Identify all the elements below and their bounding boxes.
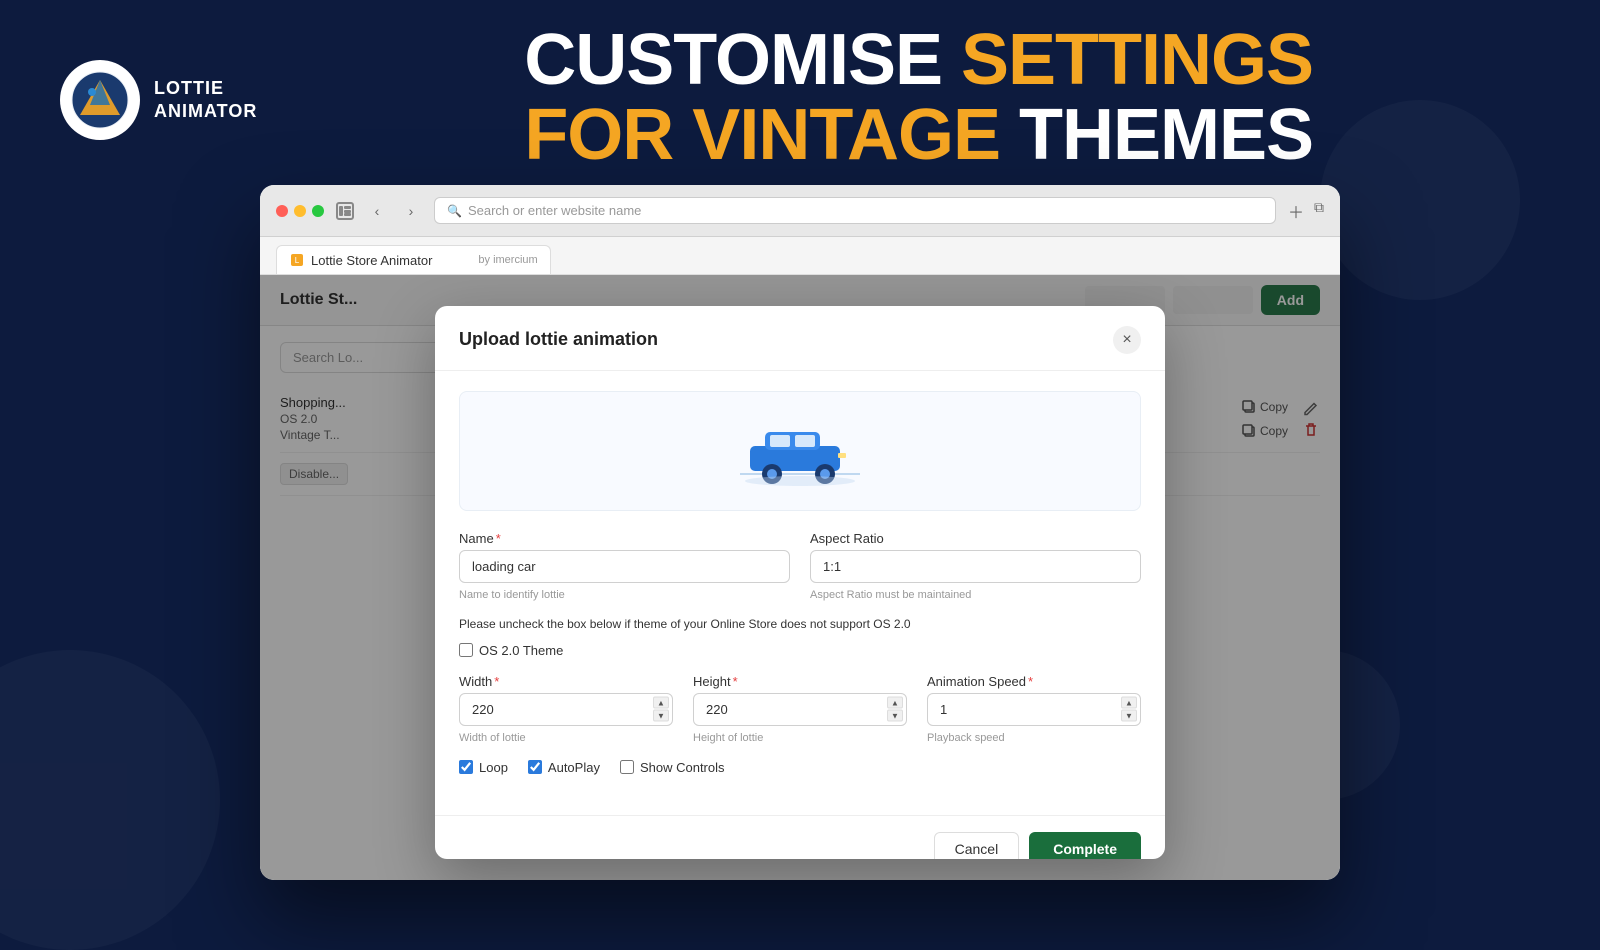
- width-spin-buttons: ▲ ▼: [653, 697, 669, 722]
- by-label: by imercium: [478, 254, 537, 266]
- cancel-button[interactable]: Cancel: [934, 832, 1020, 860]
- show-controls-checkbox[interactable]: [620, 760, 634, 774]
- aspect-ratio-label: Aspect Ratio: [810, 531, 1141, 546]
- show-controls-option: Show Controls: [620, 760, 725, 775]
- tab-icon: L: [289, 252, 305, 268]
- close-button[interactable]: ×: [1113, 326, 1141, 354]
- width-input-container: ▲ ▼: [459, 693, 673, 726]
- new-tab-icon[interactable]: ＋: [1288, 199, 1304, 223]
- speed-decrement[interactable]: ▼: [1121, 710, 1137, 722]
- logo-container: LOTTIE ANIMATOR: [60, 60, 257, 140]
- height-spin-buttons: ▲ ▼: [887, 697, 903, 722]
- height-input-container: ▲ ▼: [693, 693, 907, 726]
- modal-dialog: Upload lottie animation ×: [435, 306, 1165, 860]
- height-hint: Height of lottie: [693, 732, 907, 744]
- width-label: Width*: [459, 674, 673, 689]
- form-row-dimensions: Width* ▲ ▼ Width of lottie: [459, 674, 1141, 744]
- show-controls-label: Show Controls: [640, 760, 725, 775]
- traffic-light-red[interactable]: [276, 205, 288, 217]
- tab-bar: L Lottie Store Animator by imercium: [260, 237, 1340, 275]
- speed-field-group: Animation Speed* ▲ ▼ Playback speed: [927, 674, 1141, 744]
- autoplay-checkbox[interactable]: [528, 760, 542, 774]
- name-input[interactable]: [459, 550, 790, 583]
- headline-line2-white: THEMES: [1019, 95, 1313, 175]
- os-theme-checkbox-row: OS 2.0 Theme: [459, 643, 1141, 658]
- sidebar-toggle-icon[interactable]: [336, 202, 354, 220]
- speed-hint: Playback speed: [927, 732, 1141, 744]
- car-animation: [730, 416, 870, 486]
- header: LOTTIE ANIMATOR CUSTOMISE SETTINGS FOR V…: [0, 0, 1600, 200]
- browser-actions: ＋ ⧉: [1288, 199, 1324, 223]
- loop-label: Loop: [479, 760, 508, 775]
- speed-increment[interactable]: ▲: [1121, 697, 1137, 709]
- height-label: Height*: [693, 674, 907, 689]
- address-text: Search or enter website name: [468, 203, 641, 218]
- aspect-ratio-input[interactable]: [810, 550, 1141, 583]
- animation-preview: [459, 391, 1141, 511]
- loop-option: Loop: [459, 760, 508, 775]
- duplicate-icon[interactable]: ⧉: [1314, 199, 1324, 223]
- modal-title: Upload lottie animation: [459, 329, 658, 350]
- headline-line2-orange: FOR VINTAGE: [524, 95, 1019, 175]
- os-theme-label: OS 2.0 Theme: [479, 643, 563, 658]
- speed-label: Animation Speed*: [927, 674, 1141, 689]
- aspect-ratio-field-group: Aspect Ratio Aspect Ratio must be mainta…: [810, 531, 1141, 601]
- aspect-ratio-hint: Aspect Ratio must be maintained: [810, 589, 1141, 601]
- modal-overlay: Upload lottie animation ×: [260, 275, 1340, 880]
- form-row-name-aspect: Name* Name to identify lottie Aspect Rat…: [459, 531, 1141, 601]
- autoplay-label: AutoPlay: [548, 760, 600, 775]
- traffic-light-green[interactable]: [312, 205, 324, 217]
- speed-input-container: ▲ ▼: [927, 693, 1141, 726]
- width-input[interactable]: [459, 693, 673, 726]
- forward-button[interactable]: ›: [400, 200, 422, 222]
- traffic-lights: [276, 205, 324, 217]
- name-field-group: Name* Name to identify lottie: [459, 531, 790, 601]
- name-hint: Name to identify lottie: [459, 589, 790, 601]
- autoplay-option: AutoPlay: [528, 760, 600, 775]
- height-field-group: Height* ▲ ▼ Height of lottie: [693, 674, 907, 744]
- modal-footer: Cancel Complete: [435, 815, 1165, 860]
- headline: CUSTOMISE SETTINGS FOR VINTAGE THEMES: [297, 24, 1540, 175]
- headline-line1-white: CUSTOMISE: [524, 20, 961, 100]
- svg-text:L: L: [295, 256, 300, 265]
- traffic-light-yellow[interactable]: [294, 205, 306, 217]
- page-content: Lottie St... Add Shopping... OS 2.0 Vint…: [260, 275, 1340, 880]
- width-hint: Width of lottie: [459, 732, 673, 744]
- speed-input[interactable]: [927, 693, 1141, 726]
- active-tab[interactable]: L Lottie Store Animator by imercium: [276, 245, 551, 274]
- back-button[interactable]: ‹: [366, 200, 388, 222]
- logo-icon: [60, 60, 140, 140]
- speed-spin-buttons: ▲ ▼: [1121, 697, 1137, 722]
- name-label: Name*: [459, 531, 790, 546]
- browser-window: ‹ › 🔍 Search or enter website name ＋ ⧉ L…: [260, 185, 1340, 880]
- height-input[interactable]: [693, 693, 907, 726]
- os-theme-checkbox[interactable]: [459, 643, 473, 657]
- height-increment[interactable]: ▲: [887, 697, 903, 709]
- width-decrement[interactable]: ▼: [653, 710, 669, 722]
- loop-checkbox[interactable]: [459, 760, 473, 774]
- address-bar[interactable]: 🔍 Search or enter website name: [434, 197, 1276, 224]
- logo-text: LOTTIE ANIMATOR: [154, 77, 257, 124]
- modal-header: Upload lottie animation ×: [435, 306, 1165, 371]
- browser-chrome: ‹ › 🔍 Search or enter website name ＋ ⧉: [260, 185, 1340, 237]
- width-increment[interactable]: ▲: [653, 697, 669, 709]
- headline-line1-orange: SETTINGS: [961, 20, 1313, 100]
- tab-label: Lottie Store Animator: [311, 253, 432, 268]
- options-row: Loop AutoPlay Show Controls: [459, 760, 1141, 775]
- os-notice: Please uncheck the box below if theme of…: [459, 617, 1141, 631]
- height-decrement[interactable]: ▼: [887, 710, 903, 722]
- width-field-group: Width* ▲ ▼ Width of lottie: [459, 674, 673, 744]
- complete-button[interactable]: Complete: [1029, 832, 1141, 860]
- modal-body: Name* Name to identify lottie Aspect Rat…: [435, 371, 1165, 815]
